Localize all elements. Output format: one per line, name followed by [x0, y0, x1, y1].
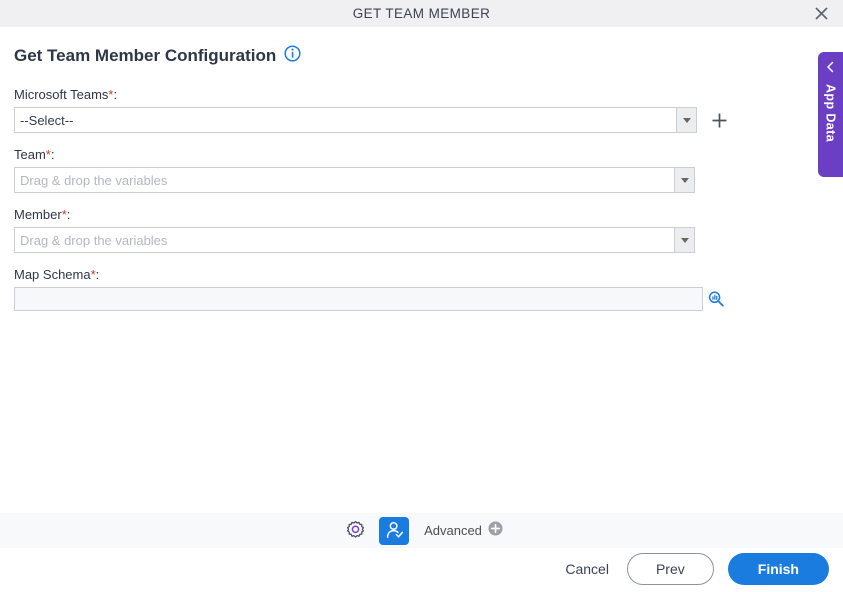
page-heading: Get Team Member Configuration [14, 45, 843, 67]
control-row-member: Drag & drop the variables [14, 227, 843, 253]
chevron-left-icon-glyph [827, 61, 834, 73]
schema-search-icon-glyph [708, 291, 724, 307]
field-microsoft-teams: Microsoft Teams*: --Select-- [14, 87, 843, 133]
dialog-actions: Cancel Prev Finish [561, 553, 829, 585]
map-schema-input[interactable] [14, 287, 703, 311]
microsoft-teams-select[interactable]: --Select-- [14, 107, 697, 133]
info-circle-icon[interactable] [284, 45, 301, 67]
gear-icon-glyph [346, 520, 364, 538]
field-team: Team*: Drag & drop the variables [14, 147, 843, 193]
cancel-button[interactable]: Cancel [561, 555, 613, 583]
label-map-schema: Map Schema*: [14, 267, 100, 282]
advanced-label: Advanced [424, 523, 482, 538]
person-check-icon[interactable] [379, 516, 410, 545]
control-row-map-schema [14, 287, 843, 311]
chevron-down-icon[interactable] [674, 228, 694, 252]
person-check-icon-glyph [386, 521, 403, 538]
control-row-microsoft-teams: --Select-- [14, 107, 843, 133]
advanced-toggle[interactable]: Advanced [424, 521, 503, 541]
label-member: Member*: [14, 207, 71, 222]
prev-button[interactable]: Prev [626, 553, 714, 585]
dialog-content: Get Team Member Configuration Microsoft … [0, 27, 843, 513]
member-select[interactable]: Drag & drop the variables [14, 227, 695, 253]
plus-icon-glyph [712, 113, 726, 127]
info-circle-icon-glyph [284, 45, 301, 62]
control-row-team: Drag & drop the variables [14, 167, 843, 193]
label-microsoft-teams: Microsoft Teams*: [14, 87, 118, 102]
team-placeholder: Drag & drop the variables [15, 168, 674, 192]
caret-glyph [682, 117, 691, 123]
chevron-down-icon[interactable] [676, 108, 696, 132]
microsoft-teams-selected-value: --Select-- [15, 108, 676, 132]
team-select[interactable]: Drag & drop the variables [14, 167, 695, 193]
caret-glyph [680, 177, 689, 183]
app-data-tab[interactable]: App Data [818, 52, 843, 177]
circle-plus-icon-glyph [488, 521, 503, 535]
circle-plus-icon[interactable] [488, 521, 503, 541]
chevron-down-icon[interactable] [674, 168, 694, 192]
bottom-toolbar: Advanced [0, 513, 843, 548]
schema-search-icon[interactable] [708, 291, 724, 307]
close-icon-glyph [814, 7, 828, 20]
field-map-schema: Map Schema*: [14, 267, 843, 311]
member-placeholder: Drag & drop the variables [15, 228, 674, 252]
plus-icon[interactable] [710, 111, 728, 129]
field-member: Member*: Drag & drop the variables [14, 207, 843, 253]
finish-button[interactable]: Finish [727, 553, 829, 585]
page-title: Get Team Member Configuration [14, 46, 277, 65]
chevron-left-icon [825, 60, 836, 78]
app-data-label: App Data [823, 84, 838, 143]
caret-glyph [680, 237, 689, 243]
gear-icon[interactable] [340, 516, 370, 546]
close-icon[interactable] [809, 2, 833, 26]
label-team: Team*: [14, 147, 55, 162]
window-title-bar: GET TEAM MEMBER [0, 0, 843, 27]
window-title: GET TEAM MEMBER [352, 6, 491, 21]
